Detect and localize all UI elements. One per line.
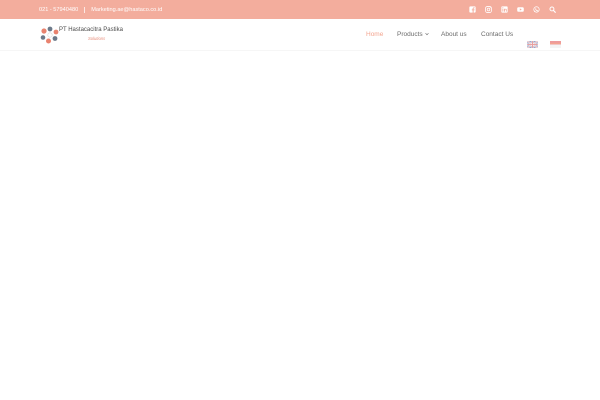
page-content [0, 52, 600, 400]
instagram-icon[interactable] [485, 6, 492, 13]
facebook-icon[interactable] [469, 6, 476, 13]
social-icons [469, 0, 556, 19]
nav-contact[interactable]: Contact Us [481, 31, 513, 38]
nav-products-label: Products [397, 31, 423, 38]
search-icon[interactable] [549, 6, 556, 13]
logo-mark-icon [40, 26, 59, 44]
phone-number[interactable]: 021 - 57940480 [39, 7, 78, 13]
whatsapp-icon[interactable] [533, 6, 540, 13]
contact-info: 021 - 57940480 Marketing.ae@hastaco.co.i… [39, 6, 162, 13]
company-name: PT Hastacacitra Pastika [59, 27, 123, 33]
email-address[interactable]: Marketing.ae@hastaco.co.id [91, 7, 162, 13]
chevron-down-icon [424, 32, 429, 36]
nav-about[interactable]: About us [441, 31, 467, 38]
active-language-indicator [550, 43, 561, 44]
top-bar: 021 - 57940480 Marketing.ae@hastaco.co.i… [0, 0, 600, 19]
indonesia-flag-icon[interactable] [550, 35, 561, 48]
nav-products[interactable]: Products [397, 31, 429, 38]
nav-home[interactable]: Home [366, 31, 383, 38]
main-header: PT Hastacacitra Pastika Solutions Home P… [0, 19, 600, 51]
company-logo[interactable]: PT Hastacacitra Pastika Solutions [40, 26, 126, 44]
english-flag-icon[interactable] [526, 35, 539, 49]
linkedin-icon[interactable] [501, 6, 508, 13]
company-tagline: Solutions [88, 36, 106, 41]
youtube-icon[interactable] [517, 6, 524, 13]
divider [84, 6, 86, 13]
